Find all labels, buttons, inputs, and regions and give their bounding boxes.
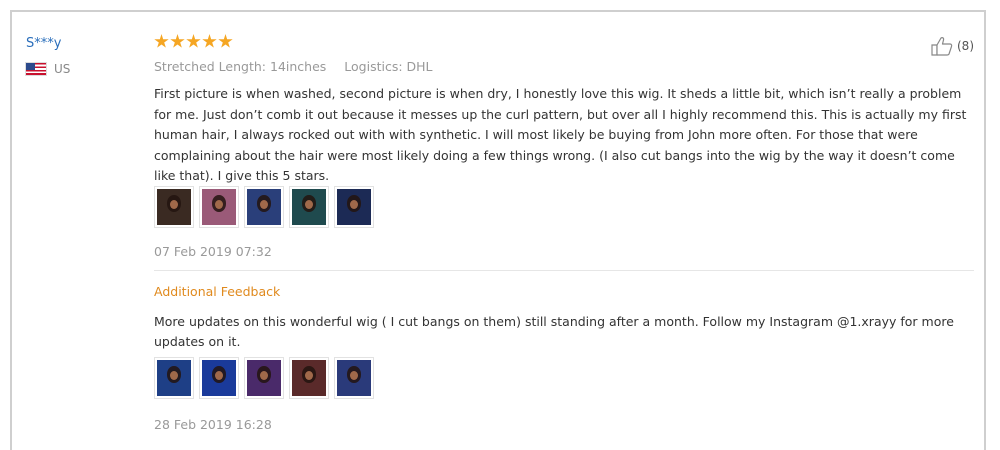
us-flag-icon: [26, 63, 46, 75]
photo-image: [157, 360, 191, 396]
photo-thumbnail[interactable]: [154, 186, 194, 228]
photo-image: [337, 360, 371, 396]
additional-feedback-text: More updates on this wonderful wig ( I c…: [154, 314, 954, 349]
order-info: Stretched Length: 14inches Logistics: DH…: [154, 59, 433, 74]
star-icon: [218, 34, 233, 48]
photo-thumbnail[interactable]: [334, 186, 374, 228]
review-card: S***y US Stretched Length: 14inches Logi…: [10, 10, 986, 450]
photo-thumbnail[interactable]: [199, 186, 239, 228]
thumbs-up-icon: [931, 37, 953, 56]
photo-image: [202, 189, 236, 225]
helpful-button[interactable]: (8): [930, 36, 974, 56]
reviewer-name[interactable]: S***y: [26, 36, 61, 51]
feedback-date: 28 Feb 2019 16:28: [154, 417, 272, 432]
country-code: US: [54, 62, 71, 76]
photo-thumbnail[interactable]: [289, 357, 329, 399]
star-icon: [170, 34, 185, 48]
photo-image: [292, 189, 326, 225]
logistics: Logistics: DHL: [344, 59, 433, 74]
star-icon: [186, 34, 201, 48]
additional-feedback-title: Additional Feedback: [154, 284, 281, 299]
photo-image: [292, 360, 326, 396]
photo-thumbnail[interactable]: [289, 186, 329, 228]
star-rating: [154, 34, 233, 49]
photo-thumbnail[interactable]: [154, 357, 194, 399]
photo-image: [337, 189, 371, 225]
photo-image: [247, 189, 281, 225]
photo-image: [247, 360, 281, 396]
photo-thumbnail[interactable]: [199, 357, 239, 399]
photo-thumbnail[interactable]: [244, 357, 284, 399]
helpful-count: (8): [957, 39, 974, 53]
photo-thumbnail[interactable]: [244, 186, 284, 228]
divider: [154, 270, 974, 271]
star-icon: [202, 34, 217, 48]
review-date: 07 Feb 2019 07:32: [154, 244, 272, 259]
photo-image: [202, 360, 236, 396]
review-photos: [154, 186, 374, 228]
star-icon: [154, 34, 169, 48]
reviewer-country: US: [26, 62, 70, 76]
photo-thumbnail[interactable]: [334, 357, 374, 399]
photo-image: [157, 189, 191, 225]
feedback-photos: [154, 357, 374, 399]
stretched-length: Stretched Length: 14inches: [154, 59, 327, 74]
review-text: First picture is when washed, second pic…: [154, 86, 967, 183]
